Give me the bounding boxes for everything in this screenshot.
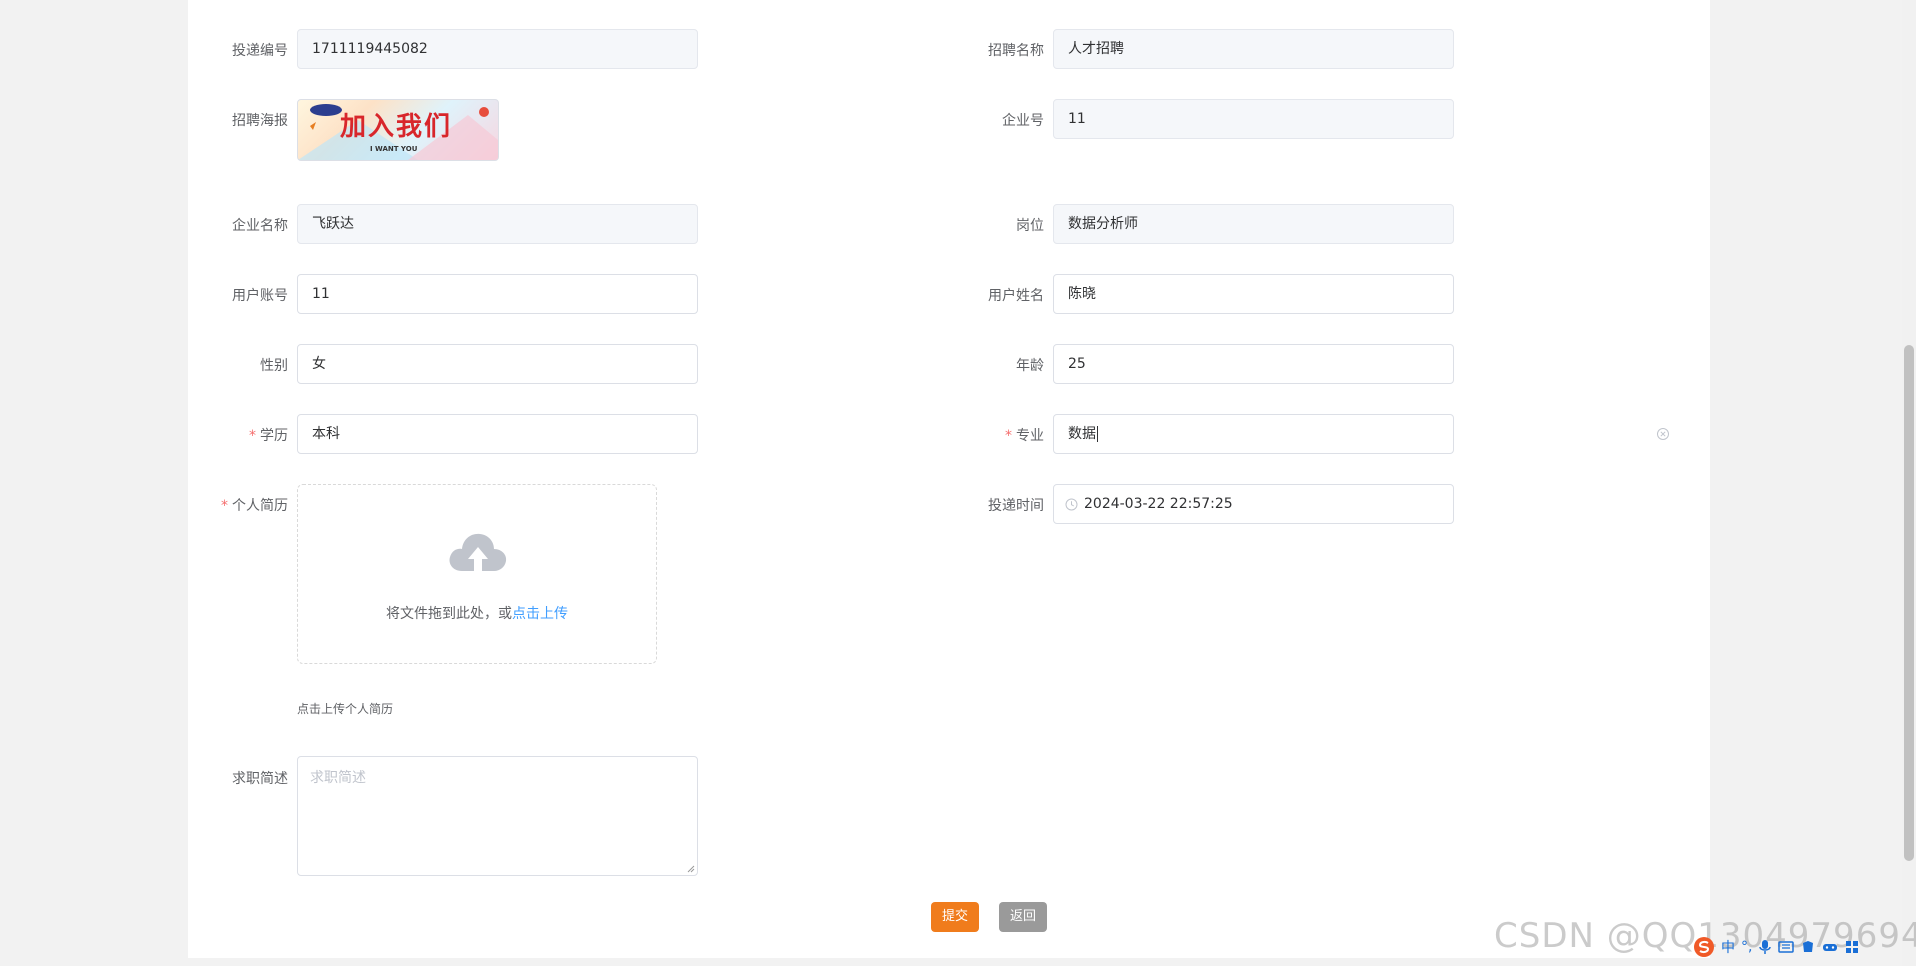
skin-icon[interactable] <box>1800 939 1816 955</box>
upload-instructions: 将文件拖到此处，或点击上传 <box>386 606 568 622</box>
label-user-name: 用户姓名 <box>988 288 1044 304</box>
summary-textarea[interactable]: 求职简述 <box>297 756 698 876</box>
label-delivery-no: 投递编号 <box>232 43 288 59</box>
ime-toolbar: 中 °, <box>1693 934 1860 960</box>
label-resume: * 个人简历 <box>221 498 288 514</box>
text-caret <box>1097 426 1098 442</box>
label-company-no: 企业号 <box>1002 113 1044 129</box>
click-upload-link[interactable]: 点击上传 <box>512 606 568 622</box>
submit-button[interactable]: 提交 <box>931 902 979 932</box>
education-input[interactable]: 本科 <box>297 414 698 454</box>
user-name-input[interactable]: 陈晓 <box>1053 274 1454 314</box>
page: 投递编号 1711119445082 招聘名称 人才招聘 招聘海报 加入我们 I… <box>0 0 1916 966</box>
delivery-time-input[interactable]: 2024-03-22 22:57:25 <box>1053 484 1454 524</box>
sogou-logo-icon[interactable] <box>1693 936 1715 958</box>
label-major: * 专业 <box>1005 428 1044 444</box>
gender-input[interactable]: 女 <box>297 344 698 384</box>
upload-cloud-icon <box>449 533 507 571</box>
microphone-icon[interactable] <box>1758 939 1772 955</box>
label-summary: 求职简述 <box>232 771 288 787</box>
company-no-input[interactable]: 11 <box>1053 99 1454 139</box>
ime-punct-toggle[interactable]: °, <box>1741 939 1752 955</box>
label-recruit-name: 招聘名称 <box>988 43 1044 59</box>
label-position: 岗位 <box>1016 218 1044 234</box>
label-company-name: 企业名称 <box>232 218 288 234</box>
recruit-name-input[interactable]: 人才招聘 <box>1053 29 1454 69</box>
poster-title: 加入我们 <box>340 112 453 142</box>
required-mark: * <box>1005 428 1012 444</box>
poster-subtitle: I WANT YOU <box>370 145 418 153</box>
ime-lang-toggle[interactable]: 中 <box>1721 937 1735 957</box>
label-education: * 学历 <box>249 428 288 444</box>
clock-icon <box>1065 498 1078 511</box>
upload-tip: 点击上传个人简历 <box>297 702 394 716</box>
age-input[interactable]: 25 <box>1053 344 1454 384</box>
major-input[interactable]: 数据 <box>1053 414 1454 454</box>
keyboard-icon[interactable] <box>1778 939 1795 955</box>
scrollbar-thumb[interactable] <box>1904 345 1914 861</box>
position-input[interactable]: 数据分析师 <box>1053 204 1454 244</box>
required-mark: * <box>221 498 228 514</box>
clear-icon[interactable] <box>1656 427 1670 441</box>
delivery-time-value: 2024-03-22 22:57:25 <box>1084 496 1233 512</box>
major-value: 数据 <box>1068 426 1096 442</box>
label-age: 年龄 <box>1016 358 1044 374</box>
required-mark: * <box>249 428 256 444</box>
user-account-input[interactable]: 11 <box>297 274 698 314</box>
resize-handle-icon[interactable] <box>687 865 695 873</box>
delivery-no-input[interactable]: 1711119445082 <box>297 29 698 69</box>
resume-upload-dropzone[interactable]: 将文件拖到此处，或点击上传 <box>297 484 657 664</box>
label-user-account: 用户账号 <box>232 288 288 304</box>
label-gender: 性别 <box>260 358 288 374</box>
label-delivery-time: 投递时间 <box>988 498 1044 514</box>
recruit-poster-image[interactable]: 加入我们 I WANT YOU <box>297 99 499 161</box>
back-button[interactable]: 返回 <box>999 902 1047 932</box>
summary-placeholder: 求职简述 <box>310 770 366 786</box>
toolbox-icon[interactable] <box>1844 939 1860 955</box>
company-name-input[interactable]: 飞跃达 <box>297 204 698 244</box>
gamepad-icon[interactable] <box>1822 939 1838 955</box>
label-poster: 招聘海报 <box>232 113 288 129</box>
